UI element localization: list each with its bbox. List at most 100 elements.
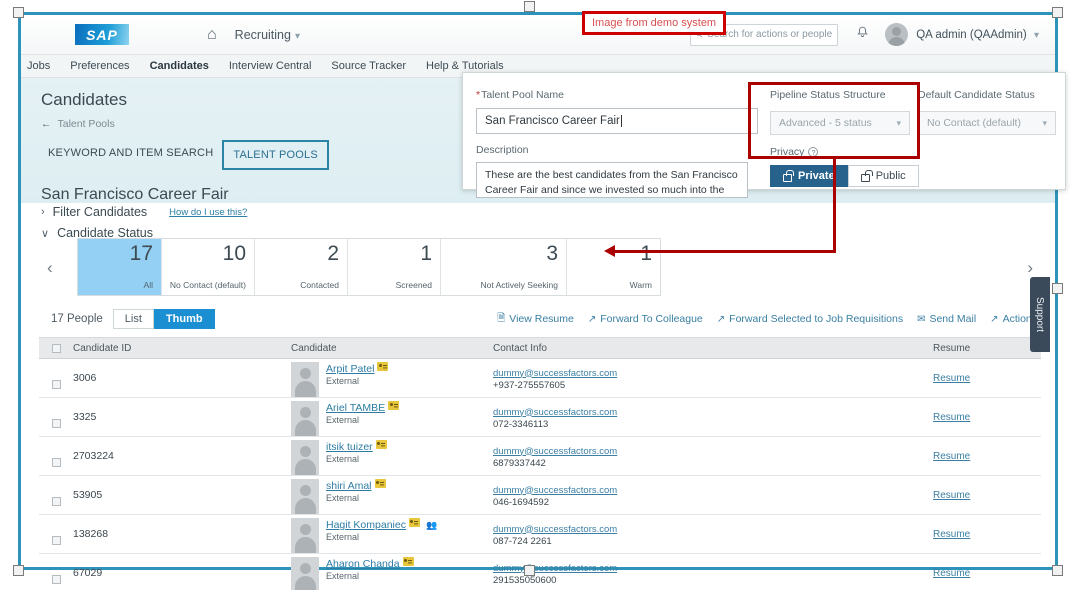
resize-handle-e[interactable]: [1052, 283, 1063, 294]
status-cell-not-actively-seeking[interactable]: 3 Not Actively Seeking: [441, 239, 567, 295]
avatar: [291, 440, 319, 475]
how-do-i-use-this-link[interactable]: How do I use this?: [169, 207, 247, 218]
table-row[interactable]: 2703224 itsik tuizer External dummy@succ…: [39, 437, 1041, 476]
nav-help-tutorials[interactable]: Help & Tutorials: [426, 60, 504, 72]
row-select-cell[interactable]: [39, 437, 73, 475]
status-next-button[interactable]: ›: [1027, 258, 1033, 278]
id-card-icon: [374, 479, 386, 488]
table-row[interactable]: 138268 Hagit Kompaniec 👥 External dummy@s…: [39, 515, 1041, 554]
status-cell-no-contact[interactable]: 10 No Contact (default): [162, 239, 255, 295]
description-textarea[interactable]: These are the best candidates from the S…: [476, 162, 748, 198]
cell-resume: Resume: [933, 398, 1041, 436]
resize-handle-n[interactable]: [524, 1, 535, 12]
cell-contact-info: dummy@successfactors.com 072-3346113: [493, 398, 933, 436]
tab-talent-pools[interactable]: TALENT POOLS: [222, 140, 329, 170]
tab-keyword-and-item-search[interactable]: KEYWORD AND ITEM SEARCH: [39, 140, 222, 170]
id-card-icon: [388, 401, 400, 410]
filter-candidates-row[interactable]: › Filter Candidates How do I use this?: [41, 205, 247, 219]
nav-interview-central[interactable]: Interview Central: [229, 60, 312, 72]
phone-text: 6879337442: [493, 457, 546, 469]
row-select-cell[interactable]: [39, 398, 73, 436]
resume-link[interactable]: Resume: [933, 529, 970, 540]
status-cell-all[interactable]: 17 All: [78, 239, 162, 295]
candidate-name-link[interactable]: Arpit Patel: [326, 363, 374, 375]
resume-link[interactable]: Resume: [933, 490, 970, 501]
forward-to-colleague-button[interactable]: ↗ Forward To Colleague: [588, 313, 703, 325]
row-checkbox[interactable]: [51, 458, 61, 467]
candidate-name-link[interactable]: shiri Amal: [326, 480, 372, 492]
row-checkbox[interactable]: [51, 419, 61, 428]
bell-icon[interactable]: [856, 26, 869, 43]
privacy-public-button[interactable]: Public: [847, 165, 919, 187]
home-icon[interactable]: ⌂: [207, 26, 217, 43]
table-row[interactable]: 67029 Aharon Chanda External dummy@succe…: [39, 554, 1041, 590]
row-checkbox[interactable]: [51, 497, 61, 506]
status-prev-button[interactable]: ‹: [47, 258, 53, 278]
resize-handle-s[interactable]: [524, 565, 535, 576]
status-cell-screened[interactable]: 1 Screened: [348, 239, 441, 295]
nav-jobs[interactable]: Jobs: [27, 60, 50, 72]
row-select-cell[interactable]: [39, 515, 73, 553]
talent-pool-name-input[interactable]: San Francisco Career Fair: [476, 108, 758, 134]
col-contact-info[interactable]: Contact Info: [493, 343, 933, 354]
pipeline-status-structure-select[interactable]: Advanced - 5 status ▾: [770, 111, 910, 135]
resize-handle-ne[interactable]: [1052, 7, 1063, 18]
row-checkbox[interactable]: [51, 380, 61, 389]
id-card-icon: [375, 440, 387, 449]
resume-link[interactable]: Resume: [933, 412, 970, 423]
nav-preferences[interactable]: Preferences: [70, 60, 129, 72]
pipeline-status-value: Advanced - 5 status: [779, 117, 872, 129]
email-link[interactable]: dummy@successfactors.com: [493, 485, 933, 496]
nav-source-tracker[interactable]: Source Tracker: [331, 60, 406, 72]
email-link[interactable]: dummy@successfactors.com: [493, 563, 933, 574]
col-candidate-id[interactable]: Candidate ID: [73, 343, 291, 354]
col-resume[interactable]: Resume: [933, 343, 1041, 354]
resume-link[interactable]: Resume: [933, 373, 970, 384]
breadcrumb[interactable]: ← Talent Pools: [41, 118, 115, 130]
resize-handle-se[interactable]: [1052, 565, 1063, 576]
avatar[interactable]: [885, 23, 909, 46]
candidate-name-link[interactable]: Aharon Chanda: [326, 558, 400, 570]
select-all-cell[interactable]: [39, 343, 73, 353]
col-candidate[interactable]: Candidate: [291, 343, 493, 354]
forward-selected-to-job-requisitions-button[interactable]: ↗ Forward Selected to Job Requisitions: [717, 313, 903, 325]
view-resume-button[interactable]: 🗎 View Resume: [497, 311, 574, 328]
select-all-checkbox[interactable]: [51, 343, 61, 353]
view-thumb-button[interactable]: Thumb: [153, 309, 215, 329]
email-link[interactable]: dummy@successfactors.com: [493, 524, 933, 535]
email-link[interactable]: dummy@successfactors.com: [493, 368, 933, 379]
row-select-cell[interactable]: [39, 359, 73, 397]
status-label: Contacted: [300, 280, 339, 290]
view-list-button[interactable]: List: [112, 309, 154, 329]
shell-header-right: Search for actions or people QA admin (Q…: [690, 23, 1055, 46]
default-candidate-status-select[interactable]: No Contact (default) ▾: [918, 111, 1056, 135]
resume-link[interactable]: Resume: [933, 451, 970, 462]
candidate-name-link[interactable]: Ariel TAMBE: [326, 402, 385, 414]
cell-candidate: Ariel TAMBE External: [291, 398, 493, 436]
status-count: 17: [129, 242, 153, 265]
row-select-cell[interactable]: [39, 476, 73, 514]
table-row[interactable]: 3006 Arpit Patel External dummy@successf…: [39, 359, 1041, 398]
resize-handle-nw[interactable]: [13, 7, 24, 18]
privacy-private-button[interactable]: Private: [770, 165, 848, 187]
candidate-name-link[interactable]: Hagit Kompaniec: [326, 519, 406, 531]
status-cell-contacted[interactable]: 2 Contacted: [255, 239, 348, 295]
nav-candidates[interactable]: Candidates: [150, 60, 209, 72]
app-switcher[interactable]: Recruiting ▾: [235, 28, 300, 42]
send-mail-button[interactable]: ✉ Send Mail: [917, 313, 976, 325]
question-icon[interactable]: ?: [808, 147, 819, 157]
row-checkbox[interactable]: [51, 536, 61, 545]
resume-link[interactable]: Resume: [933, 568, 970, 579]
email-link[interactable]: dummy@successfactors.com: [493, 446, 933, 457]
support-tab[interactable]: Support: [1030, 277, 1050, 352]
chevron-down-icon: ▾: [1033, 29, 1039, 41]
row-select-cell[interactable]: [39, 554, 73, 590]
candidate-name-link[interactable]: itsik tuizer: [326, 441, 373, 453]
table-row[interactable]: 3325 Ariel TAMBE External dummy@successf…: [39, 398, 1041, 437]
id-card-icon: [402, 557, 414, 566]
row-checkbox[interactable]: [51, 575, 61, 584]
user-menu[interactable]: QA admin (QAAdmin) ▾: [916, 29, 1039, 41]
resize-handle-sw[interactable]: [13, 565, 24, 576]
table-row[interactable]: 53905 shiri Amal External dummy@successf…: [39, 476, 1041, 515]
email-link[interactable]: dummy@successfactors.com: [493, 407, 933, 418]
